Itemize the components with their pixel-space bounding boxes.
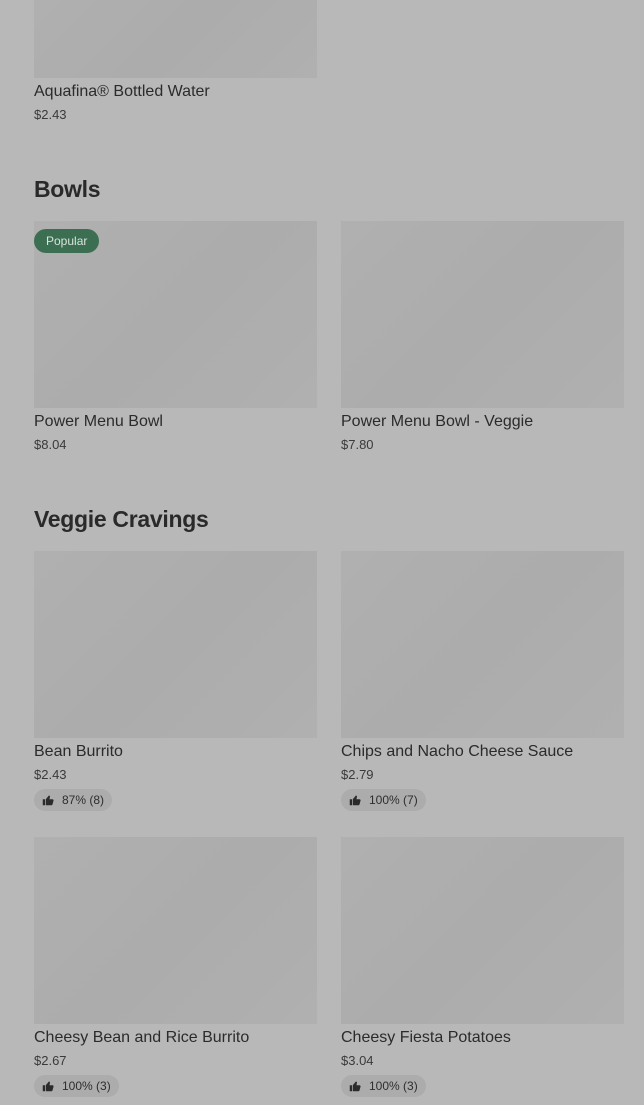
- item-price: $8.04: [34, 437, 67, 452]
- rating-text: 100% (3): [62, 1079, 111, 1093]
- item-image[interactable]: [341, 221, 624, 408]
- item-price: $7.80: [341, 437, 374, 452]
- thumbs-up-icon: [349, 1081, 361, 1092]
- rating-badge: 100% (3): [341, 1075, 426, 1097]
- section-title-veggie-cravings: Veggie Cravings: [34, 506, 209, 532]
- item-name: Chips and Nacho Cheese Sauce: [341, 743, 574, 760]
- rating-badge: 87% (8): [34, 789, 113, 811]
- item-price: $3.04: [341, 1053, 374, 1068]
- thumbs-up-icon: [42, 795, 54, 806]
- item-image[interactable]: [341, 837, 624, 1024]
- item-price: $2.43: [34, 107, 67, 122]
- item-name: Power Menu Bowl - Veggie: [341, 413, 534, 430]
- rating-badge: 100% (3): [34, 1075, 119, 1097]
- item-price: $2.79: [341, 767, 374, 782]
- rating-text: 87% (8): [62, 793, 105, 807]
- item-name: Cheesy Bean and Rice Burrito: [34, 1029, 250, 1046]
- rating-badge: 100% (7): [341, 789, 426, 811]
- thumbs-up-icon: [349, 795, 361, 806]
- popular-badge: Popular: [34, 229, 100, 253]
- section-title-bowls: Bowls: [34, 176, 101, 202]
- item-image[interactable]: [341, 551, 624, 738]
- item-price: $2.43: [34, 767, 67, 782]
- item-name: Aquafina® Bottled Water: [34, 83, 210, 100]
- item-image[interactable]: [34, 837, 317, 1024]
- item-name: Bean Burrito: [34, 743, 123, 760]
- item-price: $2.67: [34, 1053, 67, 1068]
- rating-text: 100% (7): [369, 793, 418, 807]
- item-name: Cheesy Fiesta Potatoes: [341, 1029, 511, 1046]
- rating-text: 100% (3): [369, 1079, 418, 1093]
- item-image[interactable]: [34, 551, 317, 738]
- item-name: Power Menu Bowl: [34, 413, 163, 430]
- item-image[interactable]: [34, 0, 317, 78]
- thumbs-up-icon: [42, 1081, 54, 1092]
